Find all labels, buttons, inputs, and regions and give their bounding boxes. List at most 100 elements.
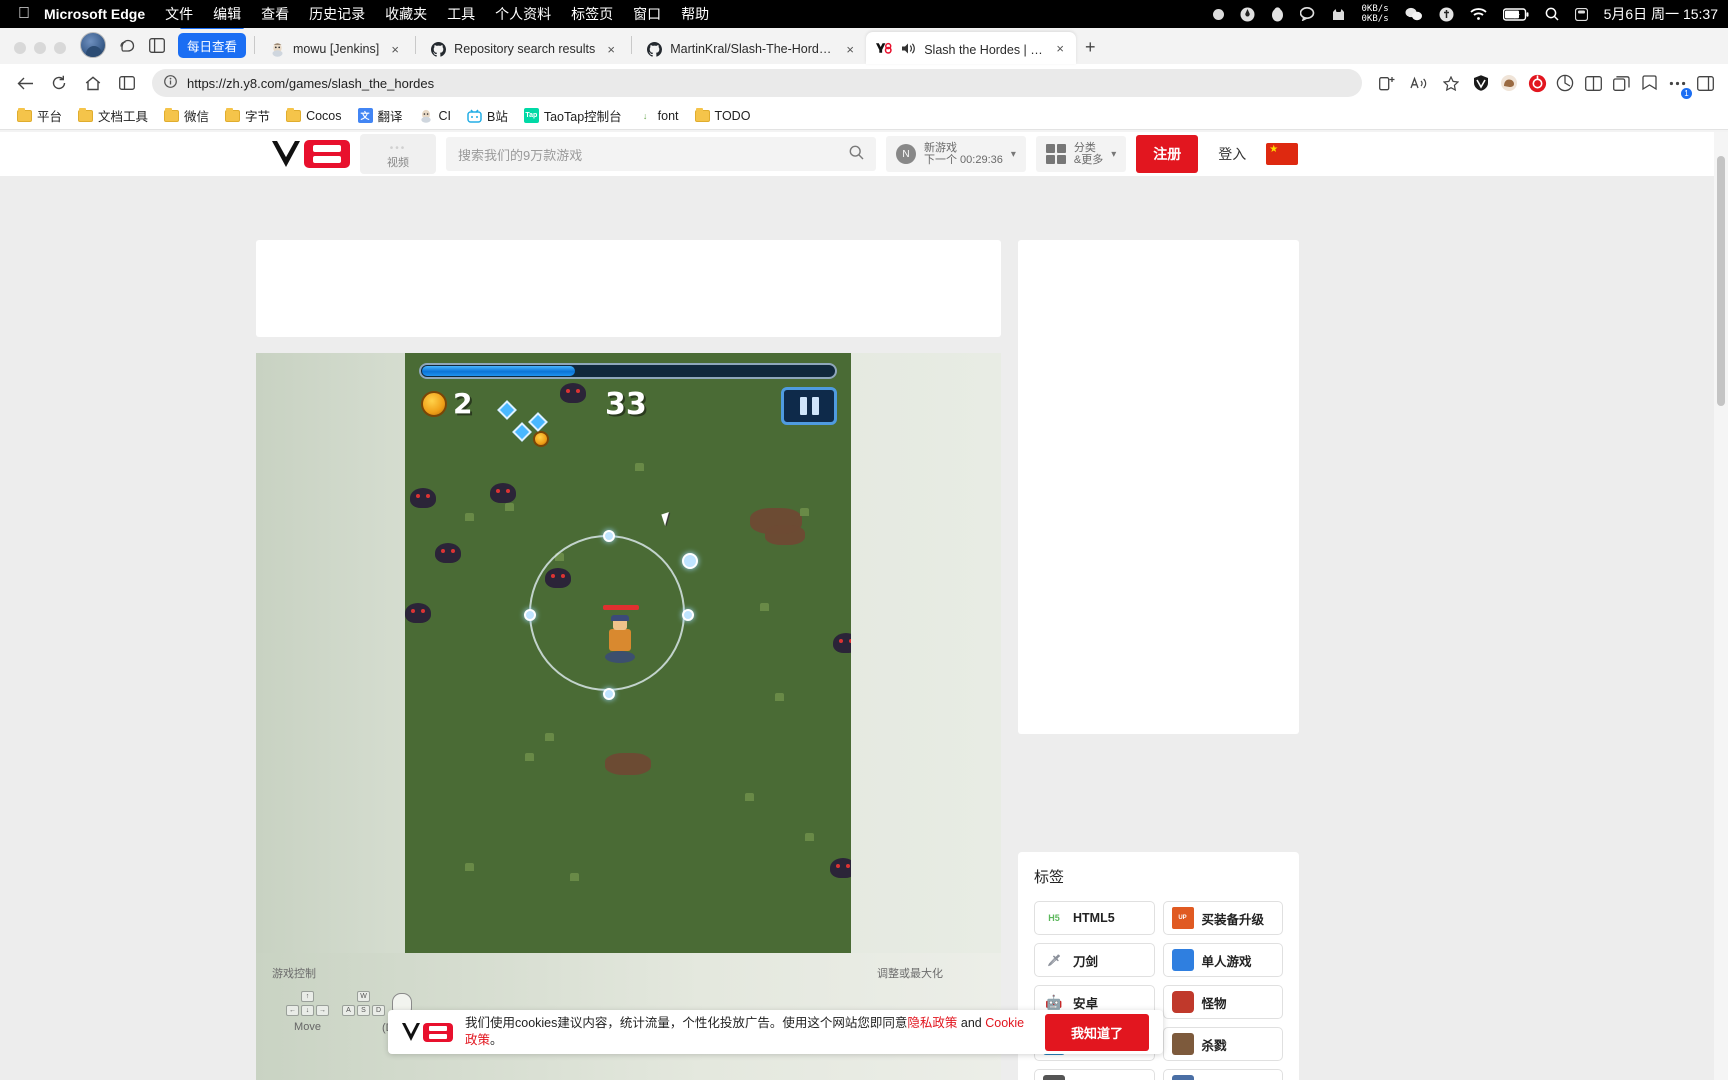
reload-icon[interactable]	[44, 68, 74, 98]
speaker-playing-icon[interactable]	[900, 40, 916, 56]
control-center-icon[interactable]	[1574, 7, 1588, 21]
menu-item-profile[interactable]: 个人资料	[495, 4, 551, 24]
tag-html5[interactable]: H5 HTML5	[1034, 901, 1155, 935]
apple-icon[interactable]: 	[18, 6, 30, 22]
login-button[interactable]: 登入	[1208, 135, 1256, 173]
tab-close-icon[interactable]: ×	[603, 42, 619, 57]
tag-monster[interactable]: 怪物	[1162, 985, 1283, 1019]
wifi-icon[interactable]	[1469, 7, 1487, 21]
menu-item-view[interactable]: 查看	[261, 4, 289, 24]
battery-charging-icon[interactable]	[1502, 7, 1529, 21]
collections-icon[interactable]	[1608, 70, 1634, 96]
window-traffic-lights[interactable]	[8, 42, 78, 64]
tag-knight[interactable]: 骑士	[1162, 1069, 1283, 1080]
scrollbar-thumb[interactable]	[1717, 156, 1725, 406]
tab-close-icon[interactable]: ×	[842, 42, 858, 57]
bookmark-font[interactable]: ↓ font	[631, 105, 686, 126]
bookmark-translate[interactable]: 文 翻译	[351, 103, 410, 128]
vpn-icon[interactable]	[1468, 70, 1494, 96]
tab-close-icon[interactable]: ×	[387, 42, 403, 57]
bookmark-bytedance[interactable]: 字节	[218, 103, 277, 128]
more-options-icon[interactable]: 1	[1664, 70, 1692, 99]
tab-slash-the-hordes-game[interactable]: Slash the Hordes | 立即免费 ×	[866, 32, 1077, 64]
sidebar-toggle-icon[interactable]	[1692, 70, 1718, 96]
menu-item-file[interactable]: 文件	[165, 4, 193, 24]
tag-kill[interactable]: 杀戮	[1162, 1027, 1283, 1061]
favorites-icon[interactable]	[1636, 70, 1662, 96]
tag-shop-upgrade[interactable]: UP 买装备升级	[1162, 901, 1283, 935]
bookmark-bilibili[interactable]: B站	[460, 103, 515, 128]
y8-logo[interactable]	[272, 140, 350, 168]
fullscreen-label[interactable]: 调整或最大化	[877, 965, 943, 981]
menubar-clock[interactable]: 5月6日 周一 15:37	[1604, 4, 1718, 24]
qq-icon[interactable]	[1271, 6, 1284, 22]
accept-cookies-button[interactable]: 我知道了	[1044, 1013, 1149, 1051]
tag-sword2[interactable]: 剑豆	[1034, 1069, 1155, 1080]
menu-item-history[interactable]: 历史记录	[309, 4, 365, 24]
menu-item-help[interactable]: 帮助	[681, 4, 709, 24]
register-button[interactable]: 注册	[1136, 135, 1199, 173]
game-canvas[interactable]: 2 33	[405, 353, 851, 953]
cat-icon[interactable]	[1331, 7, 1346, 21]
copilot-icon[interactable]	[112, 30, 142, 60]
video-button[interactable]: ••• 视频	[360, 134, 436, 174]
performance-icon[interactable]	[1552, 70, 1578, 96]
split-screen-icon[interactable]	[1372, 68, 1402, 98]
tab-jenkins[interactable]: mowu [Jenkins] ×	[259, 34, 411, 64]
tab-close-icon[interactable]: ×	[1052, 41, 1068, 56]
wechat-icon[interactable]	[1405, 7, 1423, 21]
bookmark-todo[interactable]: TODO	[688, 106, 758, 126]
menu-item-favorites[interactable]: 收藏夹	[385, 4, 427, 24]
tab-repository-search[interactable]: Repository search results ×	[420, 34, 627, 64]
bookmark-wechat[interactable]: 微信	[157, 103, 216, 128]
read-aloud-icon[interactable]	[1404, 68, 1434, 98]
window-minimize-button[interactable]	[34, 42, 46, 54]
menu-item-tabs[interactable]: 标签页	[571, 4, 613, 24]
split-screen-icon[interactable]	[142, 30, 172, 60]
search-input[interactable]: 搜索我们的9万款游戏	[446, 137, 876, 171]
window-zoom-button[interactable]	[54, 42, 66, 54]
bookmark-ci[interactable]: CI	[412, 105, 459, 126]
new-games-menu[interactable]: N 新游戏 下一个 00:29:36 ▾	[886, 136, 1026, 172]
bookmark-taptap-console[interactable]: Tap TaoTap控制台	[517, 103, 629, 128]
privacy-policy-link[interactable]: 隐私政策	[907, 1016, 957, 1030]
disc-icon[interactable]	[1240, 7, 1255, 22]
daily-check-button[interactable]: 每日查看	[178, 26, 247, 58]
china-flag-icon[interactable]	[1266, 143, 1299, 165]
bookmark-cocos[interactable]: Cocos	[279, 106, 348, 126]
tag-sword[interactable]: 🗡 刀剑	[1034, 943, 1155, 977]
kill-icon	[1171, 1033, 1194, 1055]
new-tab-button[interactable]: +	[1076, 33, 1104, 61]
orbit-node[interactable]	[682, 553, 698, 569]
window-close-button[interactable]	[14, 42, 26, 54]
chat-icon[interactable]	[1299, 7, 1315, 21]
chevron-down-icon[interactable]: ▾	[1111, 149, 1116, 160]
spotlight-search-icon[interactable]	[1545, 7, 1559, 21]
page-scrollbar[interactable]	[1714, 132, 1728, 1080]
back-arrow-icon[interactable]	[10, 68, 40, 98]
star-icon[interactable]	[1436, 68, 1466, 98]
bookmark-platform[interactable]: 平台	[10, 103, 69, 128]
menu-item-tools[interactable]: 工具	[447, 4, 475, 24]
chevron-down-icon[interactable]: ▾	[1011, 149, 1016, 160]
home-icon[interactable]	[78, 68, 108, 98]
bookmark-label: 文档工具	[98, 110, 149, 124]
pause-button[interactable]	[781, 387, 837, 425]
categories-menu[interactable]: 分类 &更多 ▾	[1035, 136, 1127, 172]
info-icon[interactable]	[164, 75, 177, 91]
bookmark-label: B站	[487, 110, 508, 124]
copilot-icon[interactable]	[1496, 70, 1522, 96]
search-icon[interactable]	[849, 145, 864, 163]
bookmark-docs-tools[interactable]: 文档工具	[71, 103, 155, 128]
tab-slash-the-hordes-repo[interactable]: MartinKral/Slash-The-Hordes: ×	[636, 34, 866, 64]
menu-item-window[interactable]: 窗口	[633, 4, 661, 24]
browser-essentials-icon[interactable]	[1524, 70, 1550, 96]
address-bar[interactable]: https://zh.y8.com/games/slash_the_hordes	[152, 69, 1362, 97]
profile-avatar[interactable]	[80, 32, 106, 58]
vertical-tabs-icon[interactable]	[112, 68, 142, 98]
music-icon[interactable]	[1439, 7, 1454, 22]
split-icon[interactable]	[1580, 70, 1606, 96]
tag-single-player[interactable]: 单人游戏	[1162, 943, 1283, 977]
record-icon[interactable]	[1212, 8, 1224, 20]
menu-item-edit[interactable]: 编辑	[213, 4, 241, 24]
